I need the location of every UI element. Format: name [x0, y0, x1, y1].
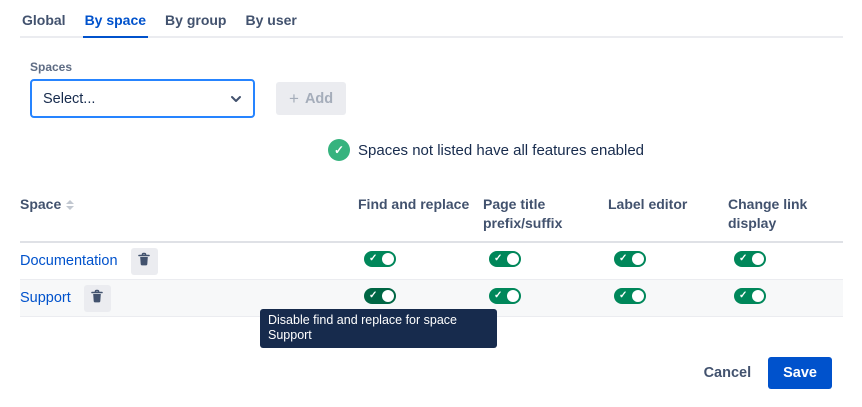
status-text: Spaces not listed have all features enab… [358, 142, 644, 159]
check-icon: ✓ [619, 289, 627, 303]
toggle-cell: ✓ [728, 251, 843, 272]
column-header-space-label: Space [20, 195, 61, 214]
tab-by-space[interactable]: By space [83, 8, 148, 38]
trash-icon [137, 252, 151, 270]
toggle-cell: ✓ [728, 288, 843, 309]
toggle-knob [632, 290, 644, 302]
toggle-knob [507, 290, 519, 302]
toggle-find-and-replace[interactable]: ✓ [364, 251, 396, 267]
table-header-row: Space Find and replace Page title prefix… [20, 190, 843, 243]
toggle-knob [632, 253, 644, 265]
column-header-page-title: Page title prefix/suffix [483, 195, 608, 233]
column-header-label-editor: Label editor [608, 195, 728, 214]
check-icon: ✓ [369, 289, 377, 303]
check-icon: ✓ [494, 252, 502, 266]
add-button-label: Add [305, 91, 333, 107]
toggle-find-and-replace-hovered[interactable]: ✓ [364, 288, 396, 304]
plus-icon: + [289, 90, 299, 107]
check-icon: ✓ [739, 252, 747, 266]
cancel-button[interactable]: Cancel [696, 359, 760, 387]
tab-bar: Global By space By group By user [20, 8, 843, 38]
space-link-documentation[interactable]: Documentation [20, 253, 118, 269]
check-icon: ✓ [369, 252, 377, 266]
spaces-table: Space Find and replace Page title prefix… [20, 190, 843, 317]
spaces-select-value: Select... [43, 91, 95, 107]
add-space-button[interactable]: + Add [276, 82, 346, 115]
footer-actions: Cancel Save [696, 357, 832, 389]
toggle-page-title-prefix-suffix[interactable]: ✓ [489, 288, 521, 304]
tab-global[interactable]: Global [20, 8, 68, 38]
delete-space-button[interactable] [84, 285, 111, 312]
toggle-knob [752, 290, 764, 302]
toggle-cell: ✓ [483, 251, 608, 272]
toggle-cell: ✓ [358, 251, 483, 272]
tab-by-user[interactable]: By user [244, 8, 299, 38]
toggle-page-title-prefix-suffix[interactable]: ✓ [489, 251, 521, 267]
space-cell: Documentation [20, 248, 358, 275]
spaces-select[interactable]: Select... [30, 79, 255, 118]
tab-by-group[interactable]: By group [163, 8, 228, 38]
toggle-tooltip: Disable find and replace for space Suppo… [260, 309, 497, 348]
column-header-space[interactable]: Space [20, 195, 358, 214]
sort-icon [66, 200, 74, 210]
trash-icon [90, 289, 104, 307]
column-header-find-and-replace: Find and replace [358, 195, 483, 214]
table-row-documentation: Documentation ✓ ✓ ✓ ✓ [20, 243, 843, 280]
space-link-support[interactable]: Support [20, 290, 71, 306]
status-message: ✓ Spaces not listed have all features en… [328, 139, 644, 161]
delete-space-button[interactable] [131, 248, 158, 275]
save-button[interactable]: Save [768, 357, 832, 389]
toggle-cell: ✓ [608, 251, 728, 272]
toggle-cell: ✓ [608, 288, 728, 309]
toggle-cell: ✓ [483, 288, 608, 309]
check-icon: ✓ [739, 289, 747, 303]
toggle-knob [752, 253, 764, 265]
toggle-knob [382, 253, 394, 265]
check-icon: ✓ [494, 289, 502, 303]
success-check-icon: ✓ [328, 139, 350, 161]
toggle-change-link-display[interactable]: ✓ [734, 288, 766, 304]
toggle-cell: ✓ [358, 288, 483, 309]
toggle-knob [382, 290, 394, 302]
toggle-label-editor[interactable]: ✓ [614, 288, 646, 304]
column-header-change-link-display: Change link display [728, 195, 843, 233]
check-icon: ✓ [619, 252, 627, 266]
toggle-label-editor[interactable]: ✓ [614, 251, 646, 267]
toggle-change-link-display[interactable]: ✓ [734, 251, 766, 267]
spaces-field-label: Spaces [30, 60, 72, 74]
space-cell: Support [20, 285, 358, 312]
toggle-knob [507, 253, 519, 265]
chevron-down-icon [229, 92, 243, 106]
